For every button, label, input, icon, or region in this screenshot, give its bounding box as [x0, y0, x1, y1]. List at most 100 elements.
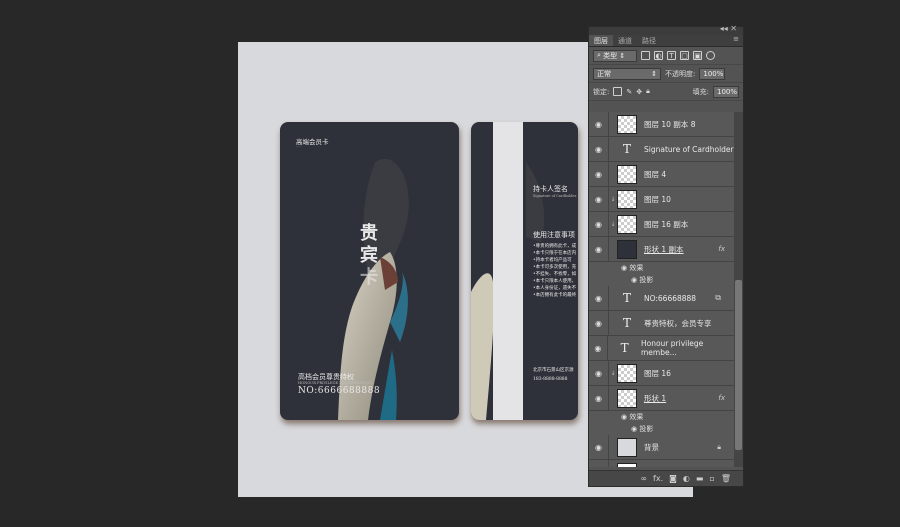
visibility-eye-icon[interactable]: ◉: [589, 212, 609, 236]
smart-object-filter-icon[interactable]: ▣: [693, 51, 702, 60]
layer-row[interactable]: ◉ T NO:66668888 ⧉: [589, 286, 735, 311]
layer-row[interactable]: ◉ T Signature of Cardholder: [589, 137, 735, 162]
visibility-eye-icon[interactable]: ◉: [589, 460, 609, 467]
layer-row[interactable]: ◉ 形状 1 副本 fx: [589, 237, 735, 262]
effects-label: 效果: [629, 264, 644, 272]
drop-shadow-label: 投影: [639, 425, 654, 433]
visibility-eye-icon[interactable]: ◉: [589, 112, 609, 136]
layer-name[interactable]: 背景: [644, 467, 659, 468]
layer-name[interactable]: 尊贵特权，会员专享: [644, 318, 712, 329]
drop-shadow-row[interactable]: ◉ 投影: [589, 274, 735, 286]
visibility-eye-icon[interactable]: ◉: [589, 137, 609, 161]
layer-row[interactable]: ◉ ↓ 图层 10: [589, 187, 735, 212]
visibility-eye-icon[interactable]: ◉: [589, 286, 609, 310]
visibility-eye-icon[interactable]: ◉: [589, 162, 609, 186]
effects-row[interactable]: ◉ 效果: [589, 411, 735, 423]
panel-titlebar[interactable]: ◂◂ ✕: [589, 24, 743, 35]
visibility-eye-icon[interactable]: ◉: [631, 276, 639, 284]
notice-line: •本卡只限本人使用，: [533, 279, 577, 284]
lock-brush-icon[interactable]: ✎: [626, 88, 632, 96]
layer-row[interactable]: ◉ ↓ 图层 16: [589, 361, 735, 386]
drop-shadow-row[interactable]: ◉ 投影: [589, 423, 735, 435]
fill-field[interactable]: 100%: [713, 85, 739, 98]
panel-menu-icon[interactable]: ≡: [729, 35, 743, 46]
layer-row[interactable]: ◉ 背景 🔒︎: [589, 460, 735, 467]
adjustment-layer-icon[interactable]: ◐: [683, 474, 690, 483]
filter-kind-dropdown[interactable]: ⌕ 类型 ⇕: [593, 49, 637, 62]
pixel-filter-icon[interactable]: [641, 51, 650, 60]
lock-all-icon[interactable]: 🔒︎: [646, 87, 650, 96]
lock-move-icon[interactable]: ✥: [636, 88, 642, 96]
notice-line: •本卡只限于在本店内: [533, 251, 577, 256]
layer-row[interactable]: ◉ 图层 4: [589, 162, 735, 187]
add-style-icon[interactable]: fx.: [653, 474, 663, 483]
lock-transparent-icon[interactable]: [613, 87, 623, 96]
link-layers-icon[interactable]: ∞: [640, 474, 647, 483]
layer-row[interactable]: ◉ 形状 1 fx: [589, 386, 735, 411]
visibility-eye-icon[interactable]: ◉: [589, 187, 609, 211]
fx-icon[interactable]: fx: [718, 245, 725, 253]
layer-row[interactable]: ◉ 图层 10 副本 8: [589, 112, 735, 137]
layer-name[interactable]: Signature of Cardholder: [644, 145, 734, 154]
visibility-eye-icon[interactable]: ◉: [621, 413, 629, 421]
layer-name[interactable]: 形状 1: [644, 393, 666, 404]
add-mask-icon[interactable]: ◙: [669, 474, 677, 483]
layer-name[interactable]: 图层 16 副本: [644, 219, 688, 230]
layer-thumbnail: [617, 189, 637, 209]
type-filter-icon[interactable]: T: [667, 51, 676, 60]
blend-mode-dropdown[interactable]: 正常 ⇕: [593, 67, 661, 80]
layer-row[interactable]: ◉ ↓ 图层 16 副本: [589, 212, 735, 237]
notice-line: •持本卡者均产品可: [533, 258, 572, 263]
filter-toggle-icon[interactable]: [706, 51, 715, 60]
layer-name[interactable]: Honour privilege membe...: [641, 339, 735, 357]
layer-name[interactable]: 图层 16: [644, 368, 671, 379]
linked-icon: ⧉: [715, 293, 721, 302]
lock-row: 锁定: ✎ ✥ 🔒︎ 填充: 100%: [589, 83, 743, 101]
card-header-sub: ·····: [296, 145, 302, 149]
layer-row[interactable]: ◉ 背景 🔒︎: [589, 435, 735, 460]
layers-panel: ◂◂ ✕ 图层 通道 路径 ≡ ⌕ 类型 ⇕ ◐ T ▢ ▣ 正常 ⇕ 不透明度:…: [588, 24, 744, 487]
layer-name[interactable]: NO:66668888: [644, 294, 696, 303]
layer-row[interactable]: ◉ T Honour privilege membe...: [589, 336, 735, 361]
visibility-eye-icon[interactable]: ◉: [621, 264, 629, 272]
visibility-eye-icon[interactable]: ◉: [589, 361, 609, 385]
shape-layer-thumbnail: [617, 388, 637, 408]
adjustment-filter-icon[interactable]: ◐: [654, 51, 663, 60]
layers-scrollbar[interactable]: [734, 112, 743, 467]
layer-name[interactable]: 图层 10: [644, 194, 671, 205]
clipping-arrow-icon: ↓: [610, 220, 616, 228]
filter-row: ⌕ 类型 ⇕ ◐ T ▢ ▣: [589, 47, 743, 65]
visibility-eye-icon[interactable]: ◉: [589, 386, 609, 410]
lock-icon: 🔒︎: [717, 442, 721, 451]
opacity-label: 不透明度:: [665, 69, 696, 78]
visibility-eye-icon[interactable]: ◉: [589, 237, 609, 261]
visibility-eye-icon[interactable]: ◉: [589, 311, 609, 335]
visibility-eye-icon[interactable]: ◉: [631, 425, 639, 433]
opacity-field[interactable]: 100%: [699, 67, 726, 80]
shape-filter-icon[interactable]: ▢: [680, 51, 689, 60]
layer-thumbnail: [617, 462, 637, 467]
tab-channels[interactable]: 通道: [613, 35, 637, 46]
visibility-eye-icon[interactable]: ◉: [589, 435, 609, 459]
shape-layer-thumbnail: [617, 239, 637, 259]
notice-line: •不挂失、不找零，如: [533, 272, 577, 277]
tab-paths[interactable]: 路径: [637, 35, 661, 46]
layer-thumbnail: [617, 437, 637, 457]
fx-icon[interactable]: fx: [718, 394, 725, 402]
delete-layer-icon[interactable]: 🗑︎: [721, 474, 731, 483]
new-layer-icon[interactable]: ▫: [709, 474, 714, 483]
visibility-eye-icon[interactable]: ◉: [589, 336, 608, 360]
signature-en: Signature of Cardholder: [533, 194, 577, 198]
effects-row[interactable]: ◉ 效果: [589, 262, 735, 274]
layer-name[interactable]: 图层 4: [644, 169, 666, 180]
layer-name[interactable]: 背景: [644, 442, 659, 453]
layer-name[interactable]: 图层 10 副本 8: [644, 119, 695, 130]
scrollbar-thumb[interactable]: [735, 280, 742, 450]
effects-label: 效果: [629, 413, 644, 421]
tab-layers[interactable]: 图层: [589, 35, 613, 46]
layer-row[interactable]: ◉ T 尊贵特权，会员专享: [589, 311, 735, 336]
card-number: NO:6666688888: [298, 386, 381, 396]
new-group-icon[interactable]: ▬: [696, 474, 704, 483]
layer-name[interactable]: 形状 1 副本: [644, 244, 684, 255]
collapse-icon[interactable]: ◂◂ ✕: [720, 24, 737, 33]
